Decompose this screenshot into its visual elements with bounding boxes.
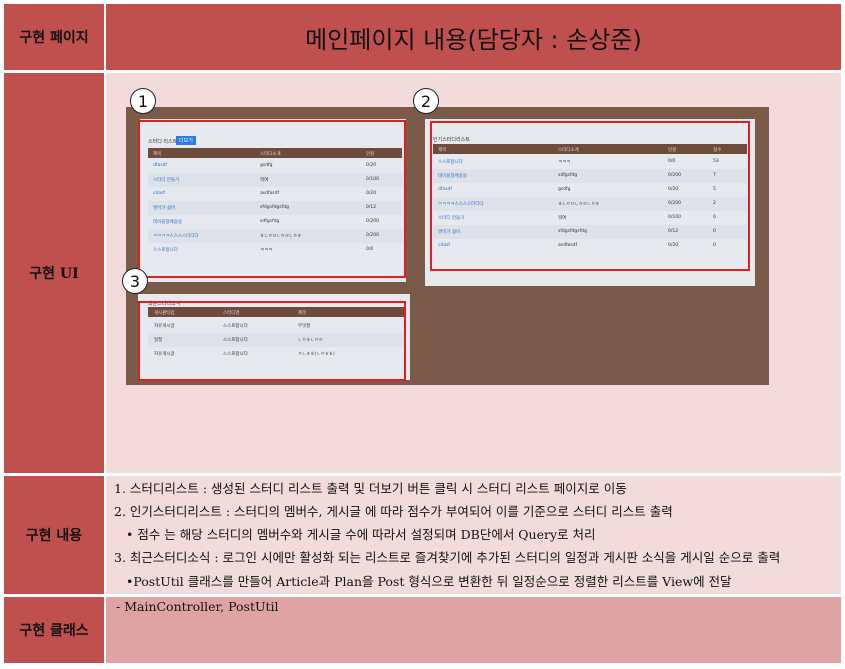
class-description: - MainController, PostUtil [106, 597, 841, 663]
class-text: - MainController, PostUtil [116, 599, 279, 614]
badge-1: 1 [130, 88, 156, 114]
content-label: 구현 내용 [4, 476, 104, 594]
content-line-3: • 점수 는 해당 스터디의 멤버수와 게시글 수에 따라서 설정되며 DB단에… [126, 527, 596, 542]
content-line-4: 3. 최근스터디소식 : 로그인 시에만 활성화 되는 리스트로 즐겨찾기에 추… [114, 550, 781, 565]
content-line-1: 1. 스터디리스트 : 생성된 스터디 리스트 출력 및 더보기 버튼 클릭 시… [114, 481, 627, 496]
highlight-box-1 [138, 120, 406, 278]
highlight-box-2 [430, 121, 750, 271]
badge-3: 3 [122, 268, 148, 294]
highlight-box-3 [138, 301, 406, 381]
content-description: 1. 스터디리스트 : 생성된 스터디 리스트 출력 및 더보기 버튼 클릭 시… [106, 476, 841, 594]
badge-2: 2 [413, 88, 439, 114]
header-label: 구현 페이지 [4, 4, 104, 70]
page-title: 메인페이지 내용(담당자 : 손상준) [106, 4, 841, 70]
ui-label: 구현 UI [4, 73, 104, 473]
class-label: 구현 클래스 [4, 597, 104, 663]
content-line-2: 2. 인기스터디리스트 : 스터디의 멤버수, 게시글 에 따라 점수가 부여되… [114, 504, 673, 519]
content-line-5: •PostUtil 클래스를 만들어 Article과 Plan을 Post 형… [126, 574, 732, 589]
